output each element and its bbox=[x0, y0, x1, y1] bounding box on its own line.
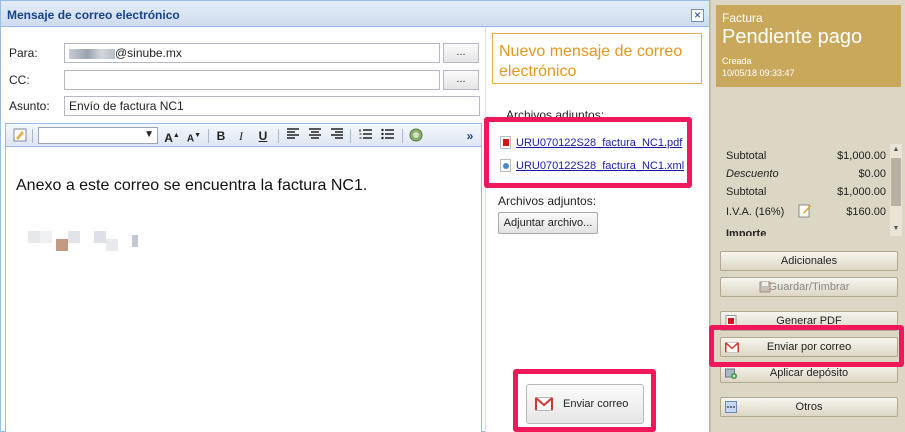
created-date: 10/05/18 09:33:47 bbox=[722, 68, 795, 78]
save-icon bbox=[759, 281, 771, 293]
font-family-select[interactable]: ▼ bbox=[38, 127, 158, 144]
style-icon[interactable] bbox=[12, 128, 28, 144]
scroll-thumb[interactable] bbox=[891, 158, 901, 206]
subject-field[interactable]: Envío de factura NC1 bbox=[64, 96, 480, 116]
source-edit-icon[interactable] bbox=[408, 128, 424, 144]
to-label: Para: bbox=[9, 46, 38, 60]
message-editor[interactable]: Anexo a este correo se encuentra la fact… bbox=[5, 147, 482, 432]
grow-font-icon[interactable]: A▲ bbox=[164, 128, 180, 145]
redacted-signature bbox=[94, 231, 106, 243]
total-label: Importe bbox=[726, 228, 767, 236]
toolbar-separator bbox=[32, 129, 33, 143]
total-value: $1,000.00 bbox=[837, 150, 886, 162]
redacted-signature bbox=[68, 231, 80, 243]
additional-button[interactable]: Adicionales bbox=[720, 251, 898, 271]
scroll-up-icon[interactable]: ▲ bbox=[891, 145, 901, 155]
total-label: Subtotal bbox=[726, 150, 767, 162]
redacted-signature bbox=[132, 235, 138, 247]
save-stamp-button[interactable]: Guardar/Timbrar bbox=[720, 277, 898, 297]
new-message-box: Nuevo mensaje de correo electrónico bbox=[492, 33, 702, 84]
invoice-status-card: Factura Pendiente pago Creada 10/05/18 0… bbox=[716, 5, 901, 87]
dialog-header[interactable]: Mensaje de correo electrónico × bbox=[1, 1, 709, 27]
unordered-list-icon[interactable] bbox=[380, 128, 394, 144]
cc-field[interactable] bbox=[64, 70, 440, 90]
email-dialog: Mensaje de correo electrónico × Para: @s… bbox=[0, 0, 710, 432]
scroll-down-icon[interactable]: ▼ bbox=[891, 224, 901, 234]
bold-icon[interactable]: B bbox=[214, 128, 228, 144]
editor-toolbar: ▼ A▲ A▼ B I U » bbox=[5, 123, 482, 147]
toolbar-separator bbox=[402, 129, 403, 143]
redacted-name bbox=[69, 48, 115, 59]
subject-label: Asunto: bbox=[9, 99, 50, 113]
to-field[interactable]: @sinube.mx bbox=[64, 43, 440, 63]
underline-icon[interactable]: U bbox=[256, 128, 270, 144]
align-center-icon[interactable] bbox=[308, 128, 322, 144]
to-lookup-button[interactable]: ... bbox=[443, 43, 479, 63]
ordered-list-icon[interactable] bbox=[358, 128, 372, 144]
redacted-signature bbox=[106, 239, 118, 251]
others-label: Otros bbox=[795, 401, 823, 413]
total-label: Descuento bbox=[726, 168, 779, 180]
highlight-attachments bbox=[484, 117, 692, 188]
total-label: Subtotal bbox=[726, 186, 767, 198]
invoice-status: Pendiente pago bbox=[722, 26, 863, 48]
save-stamp-label: Guardar/Timbrar bbox=[768, 281, 850, 293]
total-value: $160.00 bbox=[846, 206, 886, 218]
dialog-title: Mensaje de correo electrónico bbox=[7, 8, 180, 22]
apply-deposit-label: Aplicar depósito bbox=[769, 367, 849, 379]
total-value: $1,000.00 bbox=[837, 186, 886, 198]
more-icon[interactable]: » bbox=[464, 128, 476, 144]
toolbar-separator bbox=[350, 129, 351, 143]
deposit-icon bbox=[725, 368, 737, 379]
message-body: Anexo a este correo se encuentra la fact… bbox=[16, 177, 368, 194]
more-options-icon bbox=[725, 401, 737, 413]
italic-icon[interactable]: I bbox=[234, 128, 248, 144]
created-label: Creada bbox=[722, 56, 752, 66]
shrink-font-icon[interactable]: A▼ bbox=[186, 128, 202, 144]
toolbar-separator bbox=[278, 129, 279, 143]
highlight-send-button bbox=[513, 369, 656, 432]
close-icon[interactable]: × bbox=[691, 9, 704, 22]
align-right-icon[interactable] bbox=[330, 128, 344, 144]
new-message-title: Nuevo mensaje de correo electrónico bbox=[499, 43, 683, 80]
invoice-type: Factura bbox=[722, 11, 763, 25]
chevron-down-icon: ▼ bbox=[144, 129, 154, 140]
attach-file-button[interactable]: Adjuntar archivo... bbox=[498, 212, 598, 234]
cc-label: CC: bbox=[9, 73, 30, 87]
total-value: $0.00 bbox=[858, 168, 886, 180]
highlight-send-by-email bbox=[709, 325, 904, 367]
cc-lookup-button[interactable]: ... bbox=[443, 70, 479, 90]
toolbar-separator bbox=[208, 129, 209, 143]
total-label: I.V.A. (16%) bbox=[726, 206, 785, 218]
redacted-signature bbox=[40, 231, 52, 243]
edit-note-icon[interactable] bbox=[798, 203, 812, 218]
redacted-signature bbox=[28, 231, 40, 243]
redacted-signature bbox=[56, 239, 68, 251]
invoice-side-panel: Factura Pendiente pago Creada 10/05/18 0… bbox=[710, 0, 905, 432]
to-value: @sinube.mx bbox=[115, 46, 182, 60]
invoice-totals: Subtotal $1,000.00 Descuento $0.00 Subto… bbox=[716, 144, 902, 236]
align-left-icon[interactable] bbox=[286, 128, 300, 144]
others-button[interactable]: Otros bbox=[720, 397, 898, 417]
attachments-heading-upload: Archivos adjuntos: bbox=[498, 194, 597, 208]
